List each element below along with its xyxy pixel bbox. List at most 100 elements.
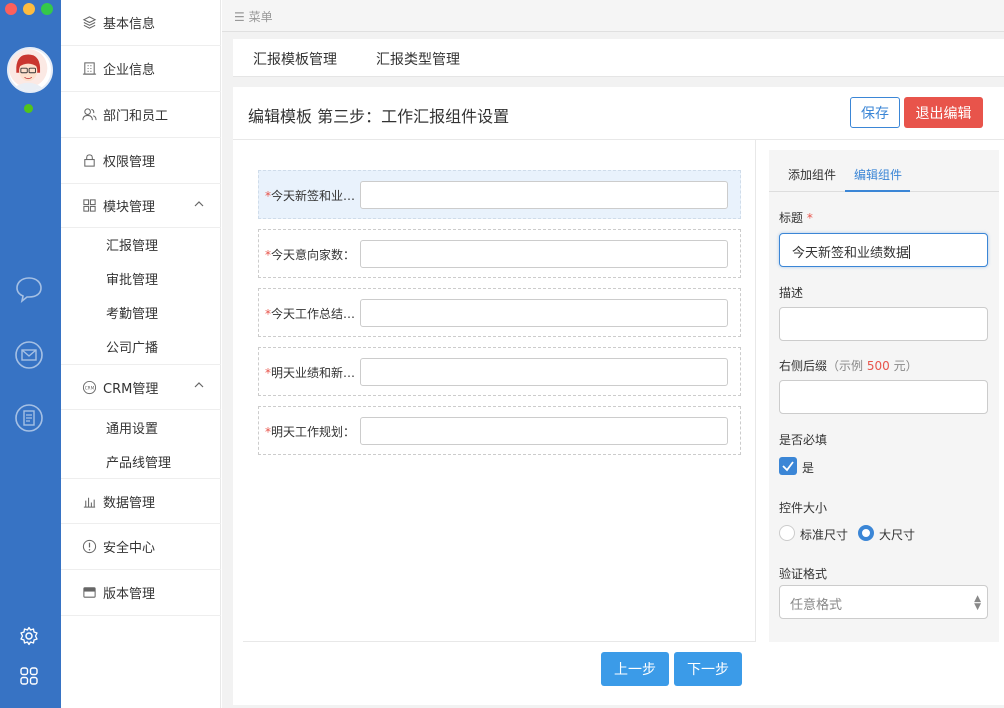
tab-report-templates[interactable]: 汇报模板管理 xyxy=(253,49,337,69)
sidebar-item-data[interactable]: 数据管理 xyxy=(61,478,221,524)
minimize-window-button[interactable] xyxy=(23,3,35,15)
title-label: 标题 * xyxy=(779,209,813,226)
suffix-label: 右侧后缀（示例 500 元） xyxy=(779,357,918,374)
sidebar-item-version[interactable]: 版本管理 xyxy=(61,570,221,616)
title-input[interactable]: 今天新签和业绩数据 xyxy=(779,233,988,267)
maximize-window-button[interactable] xyxy=(41,3,53,15)
sidebar-item-label: 企业信息 xyxy=(103,63,156,78)
size-standard-radio[interactable] xyxy=(779,525,795,541)
page-title: 编辑模板 第三步：工作汇报组件设置 xyxy=(248,107,510,126)
svg-text:CRM: CRM xyxy=(84,385,94,390)
mail-icon[interactable] xyxy=(14,340,44,370)
sidebar-item-permissions[interactable]: 权限管理 xyxy=(61,138,221,184)
description-input[interactable] xyxy=(779,307,988,341)
sidebar-item-label: 模块管理 xyxy=(103,200,156,215)
field-input[interactable] xyxy=(360,240,728,268)
validate-format-select[interactable]: 任意格式 ▲ ▼ xyxy=(779,585,988,619)
active-tab-indicator xyxy=(845,190,910,192)
sidebar-item-label: CRM管理 xyxy=(103,381,159,397)
prev-step-button[interactable]: 上一步 xyxy=(601,652,669,686)
save-button[interactable]: 保存 xyxy=(850,97,900,128)
divider xyxy=(243,641,756,642)
sidebar-item-modules[interactable]: 模块管理 xyxy=(61,184,221,228)
size-label: 控件大小 xyxy=(779,501,828,515)
sidebar-subitem-report[interactable]: 汇报管理 xyxy=(106,235,158,254)
form-field-row[interactable]: *今天工作总结… xyxy=(258,288,741,337)
select-arrows-icon: ▲ ▼ xyxy=(974,594,981,612)
field-input[interactable] xyxy=(360,181,728,209)
tab-edit-component[interactable]: 编辑组件 xyxy=(854,166,902,183)
document-icon[interactable] xyxy=(14,403,44,433)
field-label: *今天新签和业… xyxy=(265,187,359,204)
form-canvas: *今天新签和业… *今天意向家数： *今天工作总结… *明天业绩和新… *明天工… xyxy=(243,140,756,641)
suffix-input[interactable] xyxy=(779,380,988,414)
validate-format-value: 任意格式 xyxy=(790,598,843,613)
window-controls xyxy=(5,3,53,15)
field-label-text: 今天新签和业… xyxy=(271,189,356,203)
size-large-radio[interactable] xyxy=(858,525,874,541)
required-checkbox[interactable] xyxy=(779,457,797,475)
users-icon xyxy=(81,107,97,123)
form-field-row[interactable]: *今天新签和业… xyxy=(258,170,741,219)
sidebar-subitem-broadcast[interactable]: 公司广播 xyxy=(106,337,158,356)
sidebar-item-crm[interactable]: CRM CRM管理 xyxy=(61,364,221,410)
exit-edit-button[interactable]: 退出编辑 xyxy=(904,97,983,128)
avatar[interactable] xyxy=(7,47,53,93)
suffix-label-text: 右侧后缀 xyxy=(779,359,828,373)
field-label: *明天工作规划： xyxy=(265,423,359,440)
apps-grid-icon[interactable] xyxy=(19,666,39,686)
field-input[interactable] xyxy=(360,299,728,327)
required-label: 是否必填 xyxy=(779,433,828,447)
size-large-label: 大尺寸 xyxy=(879,528,916,542)
field-input[interactable] xyxy=(360,358,728,386)
version-icon xyxy=(81,585,97,601)
sidebar-item-departments[interactable]: 部门和员工 xyxy=(61,92,221,138)
required-checkbox-label: 是 xyxy=(802,461,815,475)
menu-toggle[interactable]: ☰ 菜单 xyxy=(234,8,273,25)
settings-gear-icon[interactable] xyxy=(19,626,39,646)
crm-icon: CRM xyxy=(81,379,97,395)
field-label: *明天业绩和新… xyxy=(265,364,359,381)
sidebar-subitem-general-settings[interactable]: 通用设置 xyxy=(106,418,158,437)
close-window-button[interactable] xyxy=(5,3,17,15)
form-field-row[interactable]: *明天工作规划： xyxy=(258,406,741,455)
tab-report-types[interactable]: 汇报类型管理 xyxy=(376,49,460,69)
suffix-hint-post: 元） xyxy=(889,359,918,373)
editor-card: 编辑模板 第三步：工作汇报组件设置 保存 退出编辑 *今天新签和业… *今天意向… xyxy=(233,87,1004,705)
description-label: 描述 xyxy=(779,286,804,300)
sidebar-item-label: 数据管理 xyxy=(103,495,156,511)
field-input[interactable] xyxy=(360,417,728,445)
grid-icon xyxy=(81,198,97,214)
lock-icon xyxy=(81,153,97,169)
field-label-text: 明天工作规划： xyxy=(271,425,356,439)
building-icon xyxy=(81,61,97,77)
validate-label: 验证格式 xyxy=(779,567,828,581)
sidebar-subitem-approval[interactable]: 审批管理 xyxy=(106,269,158,288)
tab-add-component[interactable]: 添加组件 xyxy=(788,166,836,183)
component-panel: 添加组件 编辑组件 标题 * 今天新签和业绩数据 描述 右侧后缀（示例 500 … xyxy=(769,150,999,642)
sidebar-item-label: 基本信息 xyxy=(103,17,156,32)
form-field-row[interactable]: *明天业绩和新… xyxy=(258,347,741,396)
size-standard-label: 标准尺寸 xyxy=(800,528,849,542)
title-label-text: 标题 xyxy=(779,211,804,225)
panel-tabs: 添加组件 编辑组件 xyxy=(769,150,999,192)
top-bar: ☰ 菜单 xyxy=(222,0,1004,32)
page-tabs: 汇报模板管理 汇报类型管理 xyxy=(233,39,1004,77)
form-field-row[interactable]: *今天意向家数： xyxy=(258,229,741,278)
sidebar-subitem-product-lines[interactable]: 产品线管理 xyxy=(106,452,171,471)
sidebar-item-label: 版本管理 xyxy=(103,587,156,602)
sidebar-item-company-info[interactable]: 企业信息 xyxy=(61,46,221,92)
bar-chart-icon xyxy=(81,493,97,509)
suffix-hint-number: 500 xyxy=(866,359,890,373)
sidebar-item-label: 部门和员工 xyxy=(103,109,169,124)
check-icon xyxy=(782,461,794,472)
side-menu: 基本信息 企业信息 部门和员工 权限管理 模块管理 汇报管理 审批管理 考勤管理… xyxy=(61,0,221,708)
required-mark: * xyxy=(806,211,813,225)
next-step-button[interactable]: 下一步 xyxy=(674,652,742,686)
chat-icon[interactable] xyxy=(14,274,44,304)
sidebar-item-security[interactable]: 安全中心 xyxy=(61,524,221,570)
sidebar-subitem-attendance[interactable]: 考勤管理 xyxy=(106,303,158,322)
online-status-dot xyxy=(24,104,33,113)
field-label-text: 明天业绩和新… xyxy=(271,366,356,380)
sidebar-item-basic-info[interactable]: 基本信息 xyxy=(61,0,221,46)
